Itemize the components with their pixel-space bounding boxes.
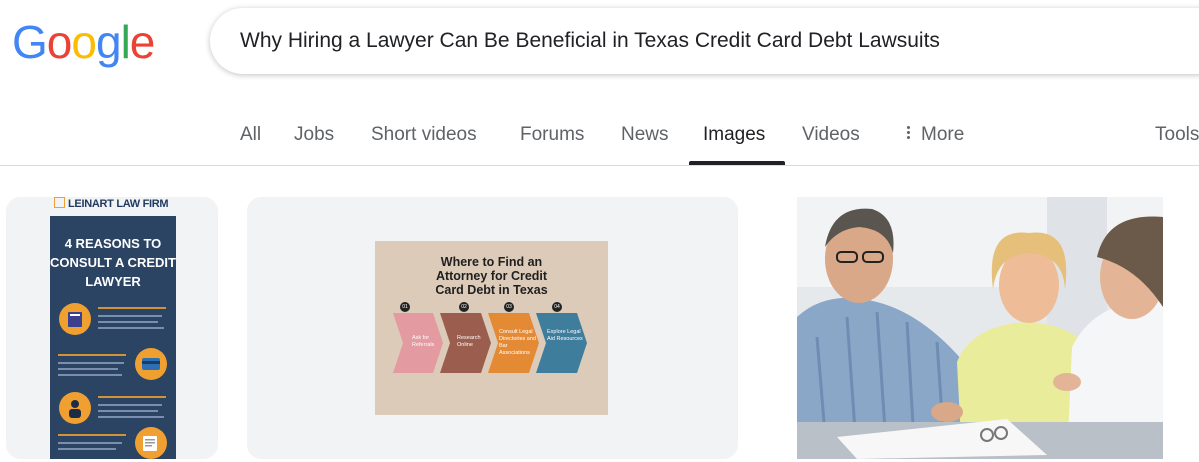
brand-name: LEINART LAW FIRM — [68, 198, 169, 210]
infographic-title-line: 4 REASONS TO — [64, 236, 162, 251]
logo-letter: l — [120, 16, 131, 68]
image-result[interactable]: LEINART LAW FIRM 4 REASONS TO CONSULT A … — [6, 197, 218, 459]
step-label: Consult Legal Directories and Bar Associ… — [499, 329, 536, 356]
consultation-photo — [797, 197, 1163, 459]
infographic-thumbnail: 4 REASONS TO CONSULT A CREDIT LAWYER — [50, 216, 176, 459]
brand-label: LEINART LAW FIRM — [54, 197, 169, 210]
infographic-title-line: Where to Find an — [440, 255, 543, 269]
search-tabs: All Jobs Short videos Forums News Images… — [0, 100, 1199, 166]
step-number: 03 — [504, 302, 514, 312]
person-icon — [59, 392, 91, 424]
logo-letter: g — [95, 16, 122, 68]
tab-news[interactable]: News — [621, 124, 669, 146]
infographic-title: Where to Find an Attorney for Credit Car… — [375, 255, 608, 297]
active-tab-indicator — [689, 161, 785, 165]
tab-more[interactable]: More — [907, 124, 964, 146]
infographic-title-line: CONSULT A CREDIT — [50, 255, 176, 270]
tab-videos[interactable]: Videos — [802, 124, 860, 146]
logo-letter: o — [71, 16, 97, 68]
tab-jobs[interactable]: Jobs — [294, 124, 334, 146]
tab-all[interactable]: All — [240, 124, 261, 146]
infographic-title-line: LAWYER — [85, 274, 141, 289]
step-arrow — [536, 313, 587, 373]
credit-card-icon — [135, 348, 167, 380]
brand-logo-icon — [54, 197, 65, 208]
book-icon — [59, 303, 91, 335]
google-logo[interactable]: Google — [12, 14, 156, 70]
infographic-title: 4 REASONS TO CONSULT A CREDIT LAWYER — [50, 234, 176, 291]
infographic-title-line: Card Debt in Texas — [435, 283, 548, 297]
step-label: Research Online — [457, 335, 481, 348]
step-label: Ask for Referrals — [412, 335, 435, 348]
step-number: 02 — [459, 302, 469, 312]
step-label: Explore Legal Aid Resources — [547, 329, 583, 342]
step-number: 04 — [552, 302, 562, 312]
tab-tools[interactable]: Tools — [1155, 124, 1199, 146]
tab-forums[interactable]: Forums — [520, 124, 584, 146]
infographic-title-line: Attorney for Credit — [435, 269, 548, 283]
more-vert-icon — [907, 124, 911, 141]
tab-images[interactable]: Images — [703, 124, 765, 146]
infographic-thumbnail: Where to Find an Attorney for Credit Car… — [375, 241, 608, 415]
logo-letter: G — [12, 16, 48, 68]
image-result[interactable] — [767, 197, 1199, 459]
logo-letter: e — [129, 16, 156, 68]
photo-thumbnail — [797, 197, 1163, 459]
gavel-icon — [135, 427, 167, 459]
search-box[interactable] — [210, 8, 1199, 74]
tab-more-label: More — [921, 124, 965, 145]
image-result[interactable]: Where to Find an Attorney for Credit Car… — [247, 197, 738, 459]
logo-letter: o — [46, 16, 73, 68]
search-input[interactable] — [240, 22, 1199, 60]
tab-short-videos[interactable]: Short videos — [371, 124, 477, 146]
step-number: 01 — [400, 302, 410, 312]
